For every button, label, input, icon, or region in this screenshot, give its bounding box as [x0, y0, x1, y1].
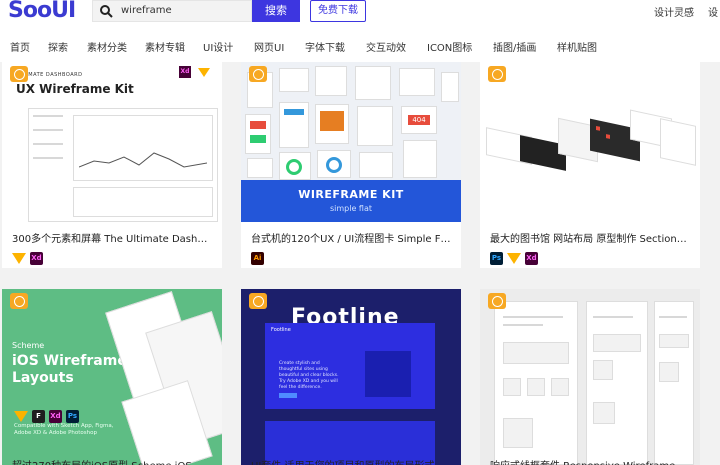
- sketch-icon: [12, 253, 26, 264]
- vip-badge-icon: [10, 293, 28, 309]
- search-icon: [100, 5, 113, 18]
- result-card[interactable]: Scheme iOS Wireframe Layouts F Xd Ps Compa…: [2, 289, 222, 465]
- card-title[interactable]: 300多个元素和屏幕 The Ultimate Dashboard UI Kit: [12, 230, 212, 245]
- thumb-title: UX Wireframe Kit: [16, 82, 134, 96]
- card-thumbnail[interactable]: [480, 62, 700, 222]
- top-link-more[interactable]: 设: [708, 8, 718, 19]
- card-tags: Xd: [12, 248, 47, 265]
- top-link-inspiration[interactable]: 设计灵感: [654, 8, 694, 19]
- card-tags: Ai: [251, 248, 268, 265]
- main-nav: 首页 探索 素材分类 素材专辑 UI设计 网页UI 字体下载 交互动效 ICON…: [0, 26, 720, 62]
- card-thumbnail[interactable]: Footline Footline Create stylish and tho…: [241, 289, 461, 465]
- thumb-title: WIREFRAME KIT: [298, 188, 404, 201]
- figma-icon: F: [32, 410, 45, 423]
- nav-item-motion[interactable]: 交互动效: [366, 39, 406, 54]
- search-input[interactable]: wireframe: [121, 5, 172, 16]
- thumb-subtitle: Scheme: [12, 341, 45, 350]
- card-tags: Ps Xd: [490, 248, 542, 265]
- thumb-description: Create stylish and thoughtful sites usin…: [279, 361, 339, 390]
- card-thumbnail[interactable]: ULTIMATE DASHBOARD UX Wireframe Kit Xd: [2, 62, 222, 222]
- xd-icon: Xd: [525, 252, 538, 265]
- nav-item-categories[interactable]: 素材分类: [87, 39, 127, 54]
- line-chart-preview: [79, 152, 207, 168]
- site-logo[interactable]: SooUI: [8, 0, 76, 23]
- search-button[interactable]: 搜索: [252, 0, 300, 22]
- card-title[interactable]: 最大的图书馆 网站布局 原型制作 Sections Wireframe: [490, 230, 690, 245]
- vip-badge-icon: [249, 293, 267, 309]
- card-thumbnail[interactable]: 404 WIREFRAME KIT simple flat: [241, 62, 461, 222]
- vip-badge-icon: [488, 293, 506, 309]
- result-card[interactable]: Footline Footline Create stylish and tho…: [241, 289, 461, 465]
- thumb-title: iOS Wireframe Layouts: [12, 353, 127, 386]
- card-thumbnail[interactable]: Scheme iOS Wireframe Layouts F Xd Ps Compa…: [2, 289, 222, 465]
- nav-item-mockups[interactable]: 样机贴图: [557, 39, 597, 54]
- top-bar: SooUI wireframe 搜索 免费下载 设计灵感 设: [0, 0, 720, 26]
- sketch-icon: [14, 411, 28, 422]
- result-card[interactable]: 404 WIREFRAME KIT simple flat 台式机的120个UX…: [241, 62, 461, 268]
- nav-item-home[interactable]: 首页: [10, 39, 30, 54]
- xd-icon: Xd: [30, 252, 43, 265]
- card-title[interactable]: 台式机的120个UX / UI流程图卡 Simple Flat Wirefram…: [251, 230, 451, 245]
- top-links: 设计灵感 设: [654, 4, 720, 19]
- sketch-icon: [507, 253, 521, 264]
- result-card[interactable]: 最大的图书馆 网站布局 原型制作 Sections Wireframe Ps Xd: [480, 62, 700, 268]
- card-title[interactable]: UI套件 适用于您的项目和原型的布局形式 Footline: [251, 457, 451, 465]
- vip-badge-icon: [488, 66, 506, 82]
- card-thumbnail[interactable]: [480, 289, 700, 465]
- nav-item-web-ui[interactable]: 网页UI: [254, 39, 284, 54]
- thumb-subtitle: simple flat: [329, 204, 373, 213]
- results-grid: ULTIMATE DASHBOARD UX Wireframe Kit Xd 3…: [0, 62, 720, 465]
- nav-item-fonts[interactable]: 字体下载: [305, 39, 345, 54]
- result-card[interactable]: ULTIMATE DASHBOARD UX Wireframe Kit Xd 3…: [2, 62, 222, 268]
- thumb-screen-logo: Footline: [271, 327, 291, 333]
- vip-badge-icon: [10, 66, 28, 82]
- nav-item-ui[interactable]: UI设计: [203, 39, 233, 54]
- ps-icon: Ps: [66, 410, 79, 423]
- vip-badge-icon: [249, 66, 267, 82]
- thumb-screen: Footline Create stylish and thoughtful s…: [265, 323, 435, 409]
- xd-icon: Xd: [49, 410, 62, 423]
- nav-item-illustration[interactable]: 插图/插画: [493, 39, 536, 54]
- thumb-note: Compatible with Sketch App, Figma, Adobe…: [14, 423, 114, 436]
- search-box[interactable]: wireframe: [92, 0, 252, 22]
- dashboard-preview: [28, 108, 218, 222]
- card-title[interactable]: 超过270种布局的iOS原型 Scheme iOS Wireframe Layo…: [12, 457, 212, 465]
- thumb-banner: WIREFRAME KIT simple flat: [241, 180, 461, 222]
- card-title[interactable]: 响应式线框套件 Responsive Wireframe Kit: [490, 457, 690, 465]
- xd-icon: Xd: [179, 66, 191, 78]
- nav-item-albums[interactable]: 素材专辑: [145, 39, 185, 54]
- nav-item-icons[interactable]: ICON图标: [427, 39, 472, 54]
- ai-icon: Ai: [251, 252, 264, 265]
- nav-item-explore[interactable]: 探索: [48, 39, 68, 54]
- result-card[interactable]: [480, 289, 700, 465]
- sketch-icon: [198, 68, 210, 77]
- free-download-button[interactable]: 免费下载: [310, 0, 366, 22]
- ps-icon: Ps: [490, 252, 503, 265]
